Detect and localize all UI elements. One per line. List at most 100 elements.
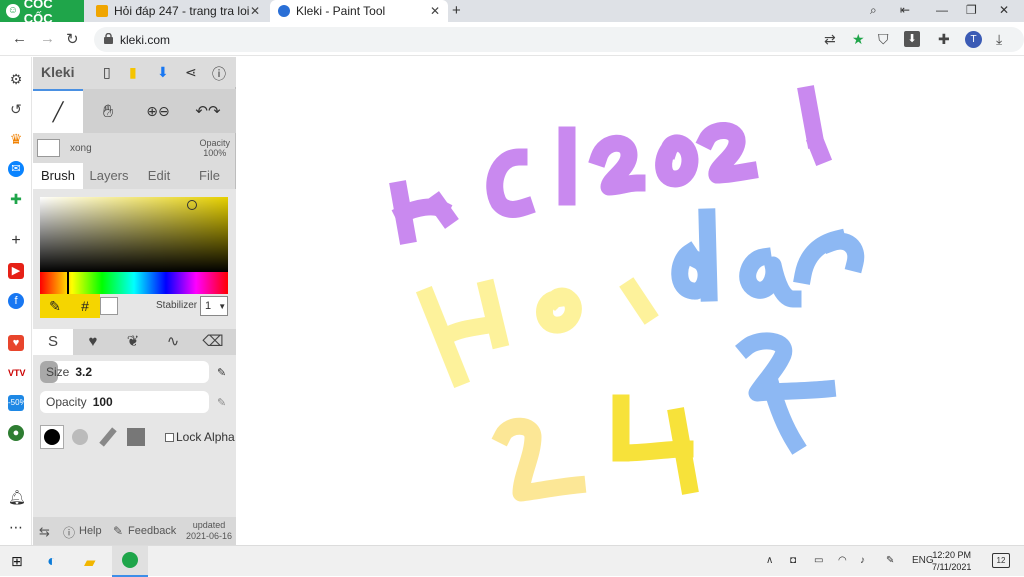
blend-brush-button[interactable]: ♥ [73,329,113,355]
tab-brush[interactable]: Brush [33,163,83,189]
drawing-dap [671,208,865,308]
close-window-icon[interactable]: ✕ [999,3,1009,17]
help-circle-icon[interactable]: ⓘ [212,64,226,84]
language-indicator[interactable]: ENG [912,555,934,566]
coccoc-taskbar-icon [122,552,138,568]
layer-thumbnail[interactable] [37,139,60,157]
tab-edit[interactable]: Edit [135,163,183,189]
system-clock[interactable]: 12:20 PM 7/11/2021 [932,549,971,573]
extensions-puzzle-icon[interactable]: ✚ [938,31,950,48]
secondary-color-swatch[interactable] [100,297,118,315]
translate-icon[interactable]: ⇄ [824,31,836,48]
stabilizer-select[interactable]: 1 ▼ [200,296,228,316]
bookmark-star-icon[interactable]: ★ [852,31,865,48]
more-icon[interactable]: ⋯ [8,519,24,535]
tab-layers[interactable]: Layers [83,163,135,189]
tray-app-icon[interactable]: ◘ [790,555,796,566]
settings-gear-icon[interactable]: ⚙ [8,71,24,87]
undo-redo-button[interactable]: ↶↷ [183,89,233,133]
crown-icon[interactable]: ♛ [8,131,24,147]
messenger-icon[interactable]: ✉ [8,161,24,177]
size-pressure-icon[interactable]: ✎ [217,366,229,379]
hand-tool-button[interactable]: ✋︎ [83,89,133,133]
pen-brush-button[interactable]: S [33,329,73,355]
profile-avatar[interactable]: T [965,31,982,48]
windows-start-icon[interactable]: ⊞ [11,553,23,570]
hex-button[interactable]: # [70,294,100,318]
back-tab-icon[interactable]: ⇤ [900,3,910,17]
drawing-7 [735,332,837,455]
tab-hoidap[interactable]: Hỏi đáp 247 - trang tra loi ✕ [88,0,268,22]
help-icon[interactable]: ⓘ [63,524,75,541]
swap-icon[interactable]: ⇆ [39,524,50,540]
coccoc-taskbar-button[interactable] [112,546,148,577]
file-explorer-icon[interactable]: ▰ [84,553,96,571]
open-file-icon[interactable]: ▮ [129,64,137,81]
eyedropper-button[interactable]: ✎ [40,294,70,318]
square-brush-shape[interactable] [124,425,148,449]
notification-center-icon[interactable]: 12 [992,553,1010,568]
feedback-icon[interactable]: ✎ [113,524,123,538]
coccoc-brand-button[interactable]: ☺ CỐC CỐC [0,0,84,26]
size-slider[interactable]: Size 3.2 [40,361,209,383]
lock-icon [104,33,113,44]
new-file-icon[interactable]: ▯ [103,64,111,81]
forward-arrow-icon[interactable]: → [40,30,55,47]
color-picker-cursor[interactable] [187,200,197,210]
facebook-icon[interactable]: f [8,293,24,309]
close-tab-icon[interactable]: ✕ [430,4,440,18]
help-link[interactable]: Help [79,525,102,537]
line-brush-shape[interactable] [96,425,120,449]
round-brush-shape[interactable] [40,425,64,449]
close-tab-icon[interactable]: ✕ [250,4,260,18]
opacity-pressure-icon[interactable]: ✎ [217,396,229,409]
pixel-brush-button[interactable]: ∿ [153,329,193,355]
sale-icon[interactable]: -50% [8,395,27,411]
drawing-canvas[interactable] [237,57,1024,545]
search-tabs-icon[interactable]: ⌕ [870,3,877,18]
drawing-4 [612,394,699,495]
color-picker-area[interactable] [40,197,228,272]
feedback-link[interactable]: Feedback [128,525,176,537]
hoidap-favicon-icon [96,5,108,17]
save-download-icon[interactable]: ⬇ [157,64,169,81]
shield-icon[interactable]: ⛉ [878,31,889,48]
brush-tool-button[interactable]: ╱ [33,89,83,133]
download-ext-icon[interactable]: ⬇ [904,31,920,47]
pen-workspace-icon[interactable]: ✎ [886,555,894,566]
gamepad-icon[interactable]: ✚ [8,191,24,207]
wifi-icon[interactable]: ◠ [838,555,847,566]
lock-alpha-checkbox[interactable]: Lock Alpha [165,430,235,444]
hue-slider[interactable] [40,272,228,294]
battery-icon[interactable]: ▭ [814,555,823,566]
minimize-icon[interactable]: — [936,3,948,17]
notification-bell-icon[interactable]: 🔔︎ [8,489,26,505]
hue-slider-handle[interactable] [67,272,69,294]
speaker-icon[interactable]: ♪ [860,555,865,566]
clock-date: 7/11/2021 [932,562,972,572]
new-tab-icon[interactable]: + [452,2,461,19]
tray-chevron-icon[interactable]: ∧ [766,555,773,566]
shopping-icon[interactable]: ♥ [8,335,24,351]
youtube-icon[interactable]: ▶ [8,263,24,279]
share-icon[interactable]: ⋖ [185,64,197,81]
soft-brush-shape[interactable] [68,425,92,449]
history-icon[interactable]: ↺ [8,101,24,117]
zoom-tool-button[interactable]: ⊕⊖ [133,89,183,133]
layer-opacity-label: Opacity [199,138,230,148]
edge-browser-icon[interactable]: ◐ [47,553,57,571]
reload-icon[interactable]: ↻ [66,30,79,48]
back-arrow-icon[interactable]: ← [12,30,27,47]
restore-icon[interactable]: ❐ [966,3,977,17]
opacity-slider[interactable]: Opacity 100 [40,391,209,413]
vtv-icon[interactable]: VTV [8,365,26,381]
sketchy-brush-button[interactable]: ❦ [113,329,153,355]
downloads-icon[interactable]: ⤓ [996,31,1002,48]
soccer-icon[interactable]: ● [8,425,24,441]
add-sidebar-icon[interactable]: + [8,233,24,249]
tab-kleki[interactable]: Kleki - Paint Tool ✕ [270,0,448,22]
eraser-button[interactable]: ⌫ [193,329,233,355]
pixel-brush-icon: ∿ [166,333,180,350]
tab-file[interactable]: File [183,163,236,189]
layer-opacity: Opacity 100% [199,138,230,158]
